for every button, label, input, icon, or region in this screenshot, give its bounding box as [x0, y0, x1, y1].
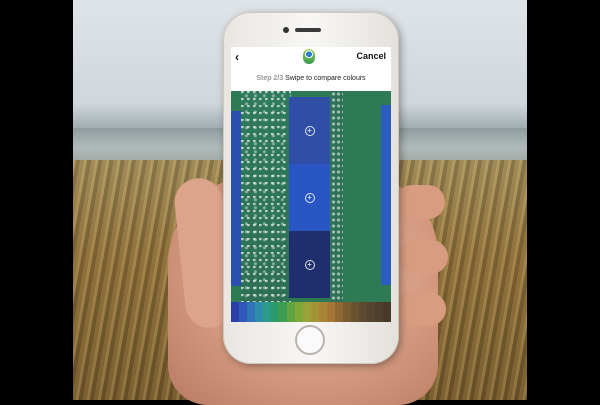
colour-scale-chip[interactable]: [271, 302, 279, 322]
colour-swatch[interactable]: +: [289, 231, 330, 298]
colour-scale-chip[interactable]: [319, 302, 327, 322]
top-bar: ‹ Cancel: [231, 47, 391, 69]
app-logo-icon: [303, 49, 315, 64]
colour-scale-chip[interactable]: [327, 302, 335, 322]
step-text: Swipe to compare colours: [285, 75, 366, 82]
cancel-button[interactable]: Cancel: [356, 51, 386, 61]
colour-scale-chip[interactable]: [287, 302, 295, 322]
colour-scale-chip[interactable]: [303, 302, 311, 322]
colour-scale-chip[interactable]: [311, 302, 319, 322]
plus-circle-icon[interactable]: +: [304, 192, 315, 203]
app-screen: ‹ Cancel Step 2/3 Swipe to compare colou…: [231, 47, 391, 322]
left-swatch-peek: [231, 111, 241, 286]
colour-scale-chip[interactable]: [279, 302, 287, 322]
colour-scale-chip[interactable]: [383, 302, 391, 322]
front-camera: [283, 27, 289, 33]
step-instruction: Step 2/3 Swipe to compare colours: [231, 75, 391, 82]
swatch-column: + + +: [289, 97, 330, 298]
compare-viewer[interactable]: + + +: [231, 91, 391, 302]
colour-swatch[interactable]: +: [289, 164, 330, 231]
right-swatch-peek: [381, 105, 391, 285]
plus-circle-icon[interactable]: +: [304, 259, 315, 270]
colour-scale-chip[interactable]: [359, 302, 367, 322]
colour-scale-chip[interactable]: [263, 302, 271, 322]
colour-scale-chip[interactable]: [343, 302, 351, 322]
finger: [396, 292, 446, 326]
water-image: [241, 91, 291, 302]
speaker-grille: [295, 28, 321, 32]
colour-swatch[interactable]: +: [289, 97, 330, 164]
home-button[interactable]: [295, 325, 325, 355]
chevron-left-icon[interactable]: ‹: [235, 50, 239, 64]
step-counter: Step 2/3: [256, 75, 284, 82]
finger: [395, 185, 445, 219]
colour-scale-chip[interactable]: [247, 302, 255, 322]
colour-scale-chip[interactable]: [367, 302, 375, 322]
plus-circle-icon[interactable]: +: [304, 125, 315, 136]
colour-scale-chip[interactable]: [335, 302, 343, 322]
colour-scale-chip[interactable]: [239, 302, 247, 322]
colour-scale-chip[interactable]: [351, 302, 359, 322]
colour-scale-chip[interactable]: [375, 302, 383, 322]
colour-scale-chip[interactable]: [295, 302, 303, 322]
colour-scale[interactable]: [231, 302, 391, 322]
phone: ‹ Cancel Step 2/3 Swipe to compare colou…: [223, 12, 399, 364]
colour-scale-chip[interactable]: [255, 302, 263, 322]
finger: [398, 240, 448, 274]
colour-scale-chip[interactable]: [231, 302, 239, 322]
water-image: [331, 91, 343, 302]
